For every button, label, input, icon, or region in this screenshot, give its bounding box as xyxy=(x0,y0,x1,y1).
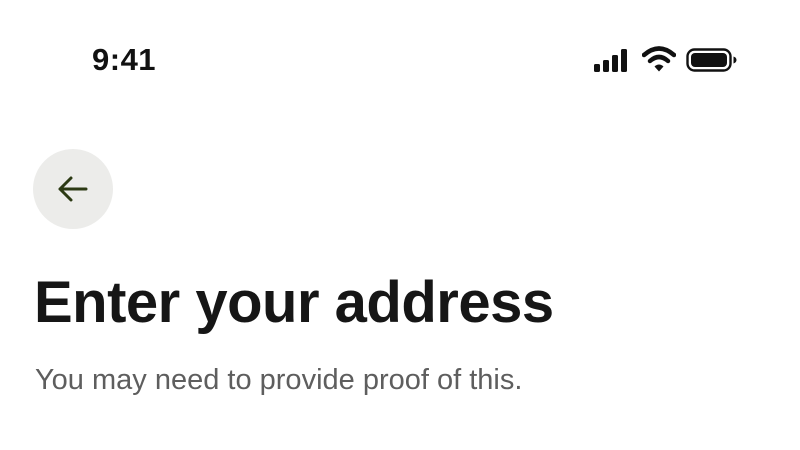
status-time: 9:41 xyxy=(92,42,157,77)
back-button[interactable] xyxy=(33,149,113,229)
wifi-icon xyxy=(642,46,676,72)
page-subtitle: You may need to provide proof of this. xyxy=(35,364,523,396)
cellular-signal-icon xyxy=(594,49,627,72)
battery-icon xyxy=(686,48,737,72)
arrow-left-icon xyxy=(58,176,88,202)
page-title: Enter your address xyxy=(34,270,554,335)
status-icons xyxy=(594,45,744,75)
status-bar: 9:41 xyxy=(0,0,800,110)
